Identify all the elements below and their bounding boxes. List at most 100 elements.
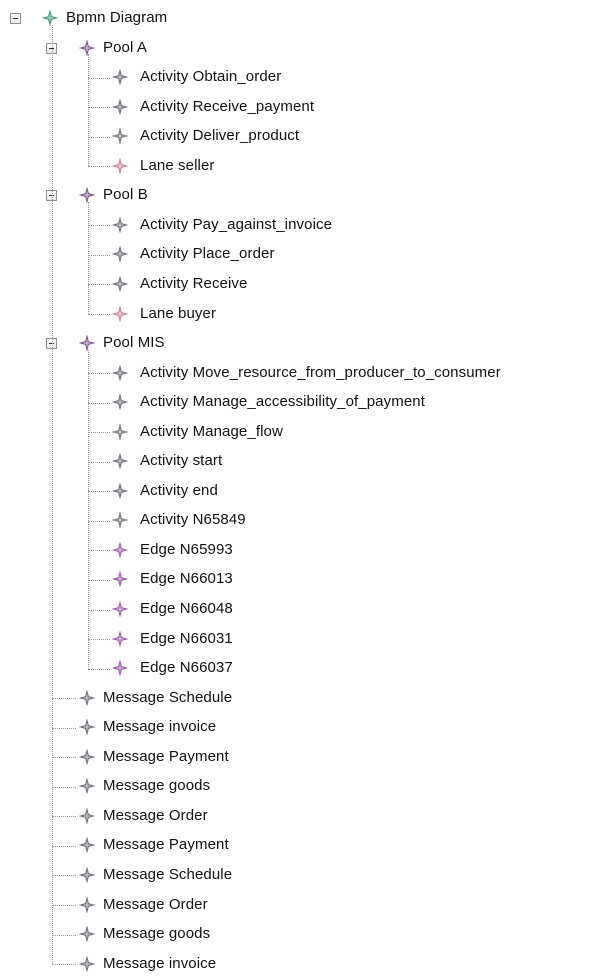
tree-node-label: Activity Move_resource_from_producer_to_… [140, 363, 501, 381]
tree-node-label: Message Schedule [103, 865, 233, 883]
tree-node-label: Message goods [103, 777, 211, 795]
tree-node-message[interactable]: Message Payment [0, 743, 591, 772]
tree-node-message[interactable]: Message Order [0, 802, 591, 831]
tree-node-label: Activity Manage_accessibility_of_payment [140, 393, 425, 411]
diamond-star-purple-icon [78, 334, 96, 352]
tree-node-message[interactable]: Message Schedule [0, 684, 591, 713]
diamond-star-gray-icon [78, 777, 96, 795]
diamond-star-gray-icon [111, 127, 129, 145]
diamond-star-gray-icon [78, 688, 96, 707]
tree-node-label: Pool MIS [103, 334, 165, 352]
tree-guide-line [88, 54, 89, 167]
diamond-star-gray-icon [111, 482, 129, 500]
tree-node-label: Pool B [103, 186, 148, 204]
tree-node-label: Pool A [103, 38, 147, 56]
tree-node-message[interactable]: Message Payment [0, 831, 591, 860]
tree-node-message[interactable]: Message Schedule [0, 861, 591, 890]
tree-node-message[interactable]: Message goods [0, 920, 591, 949]
tree-node-label: Activity Place_order [140, 245, 275, 263]
tree-node-message[interactable]: Message invoice [0, 713, 591, 742]
tree-node-label: Message Order [103, 895, 208, 913]
tree-connector [52, 727, 76, 729]
diamond-star-gray-icon [78, 836, 96, 855]
tree-node-label: Message Order [103, 806, 208, 824]
tree-node-label: Message invoice [103, 954, 217, 972]
tree-connector [88, 77, 110, 79]
tree-connector [52, 786, 76, 788]
tree-connector [88, 491, 110, 493]
tree-guide-line [52, 24, 53, 965]
collapse-toggle-icon[interactable] [10, 13, 21, 24]
tree-node-message[interactable]: Message Order [0, 891, 591, 920]
diamond-star-purple-icon [78, 186, 96, 204]
tree-node-label: Edge N66013 [140, 570, 233, 588]
tree-node-label: Activity Deliver_product [140, 127, 300, 145]
diamond-star-violet-icon [111, 541, 129, 559]
tree-connector [88, 461, 110, 463]
tree-connector [88, 284, 110, 286]
diamond-star-gray-icon [111, 423, 129, 441]
tree-connector [88, 254, 110, 256]
tree-node-label: Activity Receive [140, 274, 248, 292]
tree-node-message[interactable]: Message goods [0, 772, 591, 801]
diamond-star-gray-icon [111, 216, 129, 234]
diamond-star-gray-icon [111, 68, 129, 86]
tree-connector [88, 314, 110, 315]
tree-connector [52, 816, 76, 818]
tree-root-bpmn-diagram[interactable]: Bpmn Diagram [0, 4, 591, 33]
tree-connector [88, 550, 110, 552]
tree-connector [88, 668, 110, 670]
diamond-star-gray-icon [111, 511, 129, 529]
diamond-star-gray-icon [78, 895, 96, 914]
tree-node-label: Bpmn Diagram [66, 9, 168, 26]
tree-node-label: Message Schedule [103, 688, 233, 706]
diamond-star-gray-icon [111, 275, 129, 293]
tree-node-label: Activity N65849 [140, 511, 246, 529]
tree-node-label: Message invoice [103, 718, 217, 736]
diamond-star-green-icon [41, 9, 59, 27]
tree-connector [88, 402, 110, 404]
tree-node-label: Activity Pay_against_invoice [140, 215, 333, 233]
tree-connector [52, 698, 76, 700]
tree-connector [52, 905, 76, 906]
tree-node-label: Lane seller [140, 156, 215, 174]
tree-node-label: Activity start [140, 452, 223, 470]
diamond-star-gray-icon [111, 363, 129, 382]
tree-node-label: Lane buyer [140, 304, 217, 322]
tree-node-message[interactable]: Message invoice [0, 950, 591, 979]
diamond-star-pink-icon [111, 304, 129, 323]
tree-node-label: Edge N66037 [140, 659, 233, 677]
tree-connector [52, 964, 76, 966]
tree-connector [52, 757, 76, 759]
diamond-star-purple-icon [78, 38, 96, 57]
bpmn-tree-view: Bpmn Diagram Pool A Activity Obtain_order A… [0, 0, 591, 976]
diamond-star-gray-icon [111, 97, 129, 116]
tree-node-label: Activity end [140, 481, 218, 499]
tree-node-label: Edge N65993 [140, 540, 233, 558]
tree-connector [52, 845, 76, 847]
tree-connector [88, 639, 110, 641]
tree-connector [88, 166, 110, 168]
diamond-star-gray-icon [78, 748, 96, 766]
diamond-star-gray-icon [78, 925, 96, 943]
diamond-star-gray-icon [78, 718, 96, 736]
diamond-star-violet-icon [111, 659, 129, 677]
tree-node-label: Activity Receive_payment [140, 97, 315, 115]
tree-guide-line [88, 349, 89, 669]
tree-connector [88, 107, 110, 109]
tree-connector [88, 579, 110, 581]
tree-connector [88, 520, 110, 522]
tree-connector [88, 373, 110, 375]
diamond-star-gray-icon [111, 452, 129, 470]
tree-connector [88, 136, 110, 138]
tree-guide-line [88, 201, 89, 314]
tree-node-label: Message goods [103, 925, 211, 943]
diamond-star-pink-icon [111, 157, 129, 175]
tree-node-label: Edge N66048 [140, 600, 233, 617]
tree-connector [88, 432, 110, 434]
diamond-star-gray-icon [78, 954, 96, 973]
tree-node-label: Message Payment [103, 836, 229, 854]
diamond-star-gray-icon [78, 807, 96, 825]
tree-node-label: Activity Obtain_order [140, 68, 282, 86]
diamond-star-gray-icon [111, 393, 129, 411]
